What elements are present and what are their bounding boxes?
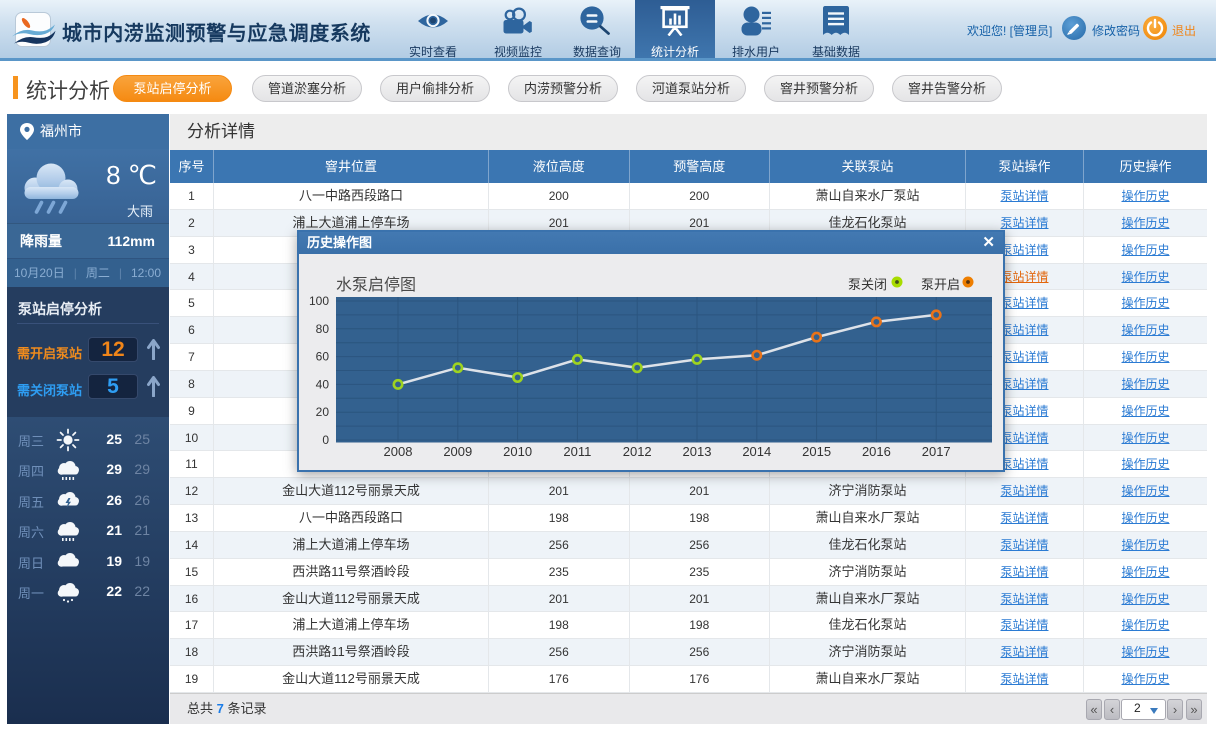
svg-text:2010: 2010 bbox=[503, 444, 532, 459]
svg-text:60: 60 bbox=[316, 350, 330, 364]
svg-text:2015: 2015 bbox=[802, 444, 831, 459]
svg-text:2008: 2008 bbox=[384, 444, 413, 459]
svg-text:2009: 2009 bbox=[443, 444, 472, 459]
svg-text:2016: 2016 bbox=[862, 444, 891, 459]
svg-text:0: 0 bbox=[322, 433, 329, 447]
svg-text:100: 100 bbox=[309, 294, 329, 308]
svg-text:80: 80 bbox=[316, 322, 330, 336]
svg-text:40: 40 bbox=[316, 377, 330, 391]
svg-text:2014: 2014 bbox=[742, 444, 771, 459]
svg-text:20: 20 bbox=[316, 405, 330, 419]
svg-text:2017: 2017 bbox=[922, 444, 951, 459]
svg-text:2012: 2012 bbox=[623, 444, 652, 459]
svg-text:2013: 2013 bbox=[683, 444, 712, 459]
svg-text:2011: 2011 bbox=[563, 444, 591, 459]
